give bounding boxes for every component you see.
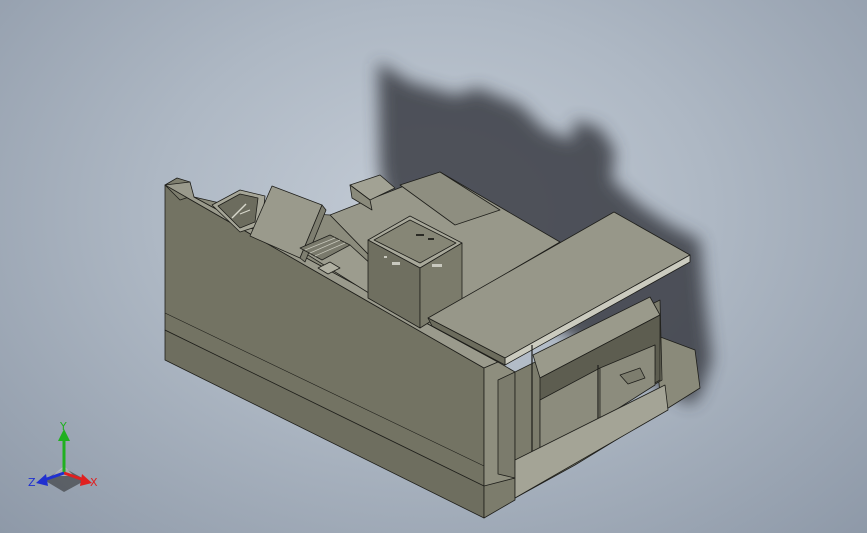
y-axis-label: Y bbox=[59, 420, 67, 433]
cad-viewport[interactable]: Y X Z bbox=[0, 0, 867, 533]
axis-triad: Y X Z bbox=[28, 420, 98, 492]
z-axis-label: Z bbox=[28, 476, 36, 489]
x-axis-label: X bbox=[90, 476, 98, 489]
model-canvas[interactable]: Y X Z bbox=[0, 0, 867, 533]
3d-assembly-model[interactable] bbox=[164, 171, 701, 519]
